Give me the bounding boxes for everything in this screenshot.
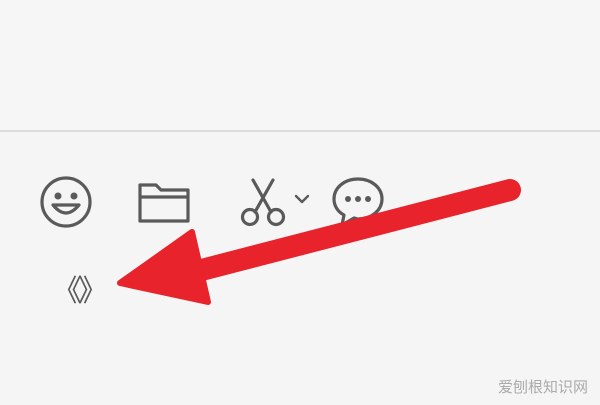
divider [0, 130, 600, 132]
watermark: 爱刨根知识网 [497, 378, 588, 396]
message-area [0, 0, 600, 130]
folder-icon [138, 183, 190, 223]
input-toolbar [0, 160, 600, 250]
scissors-icon [240, 178, 286, 227]
emoji-button[interactable] [38, 174, 94, 230]
chat-input-panel: 《》 爱刨根知识网 [0, 0, 600, 405]
code-snippet-button[interactable]: 《》 [50, 270, 108, 309]
screenshot-button[interactable] [232, 172, 316, 232]
speech-bubble-icon [332, 177, 384, 227]
file-button[interactable] [134, 174, 194, 230]
chat-history-button[interactable] [328, 172, 388, 232]
chevron-down-icon[interactable] [293, 193, 311, 205]
smiley-face-icon [40, 176, 92, 228]
